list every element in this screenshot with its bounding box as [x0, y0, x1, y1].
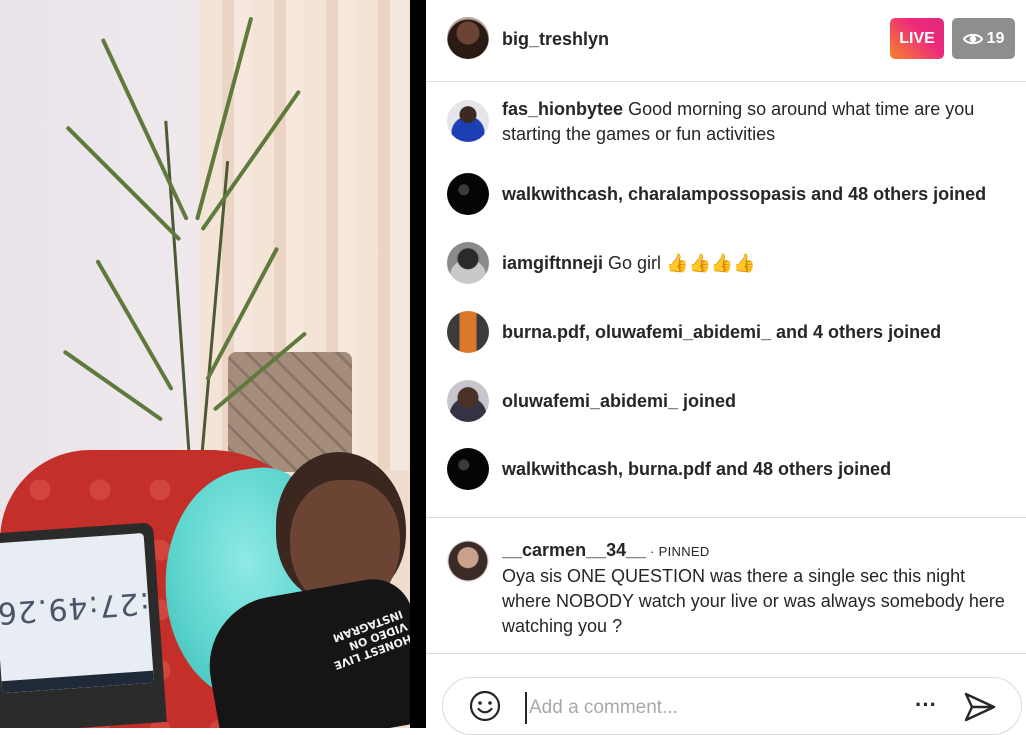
laptop: 13:27:49.26	[0, 522, 167, 728]
emoji-icon[interactable]	[469, 690, 501, 722]
laptop-screen: 13:27:49.26	[0, 532, 155, 694]
user-avatar[interactable]	[447, 311, 489, 353]
user-avatar[interactable]	[447, 100, 489, 142]
host-avatar[interactable]	[447, 17, 489, 59]
more-options-icon[interactable]: ···	[913, 694, 939, 720]
comment-input[interactable]	[525, 692, 831, 724]
live-chat-panel: big_treshlyn LIVE 19 fas_hionbytee Good …	[426, 0, 1026, 735]
joined-text: walkwithcash, burna.pdf and 48 others jo…	[502, 459, 892, 479]
host-username[interactable]: big_treshlyn	[502, 29, 609, 50]
send-icon[interactable]	[963, 690, 997, 724]
live-video: 13:27:49.26 HONEST LIVE VIDEO ON INSTAGR…	[0, 0, 410, 728]
comment-composer: ···	[442, 677, 1022, 735]
viewer-count-badge[interactable]: 19	[952, 18, 1015, 59]
comment-username[interactable]: iamgiftnneji	[502, 253, 603, 273]
user-avatar[interactable]	[447, 173, 489, 215]
taskbar	[1, 670, 155, 694]
laptop-clock: 13:27:49.26	[0, 581, 155, 631]
joined-text: oluwafemi_abidemi_ joined	[502, 391, 737, 411]
comment-username[interactable]: fas_hionbytee	[502, 99, 623, 119]
video-divider	[410, 0, 426, 728]
user-avatar[interactable]	[447, 242, 489, 284]
user-avatar[interactable]	[447, 448, 489, 490]
eye-icon	[962, 33, 983, 44]
viewer-count: 19	[986, 29, 1005, 47]
live-badge: LIVE	[890, 18, 944, 59]
pinned-comment: __carmen__34__ · PINNED Oya sis ONE QUEST…	[426, 517, 1026, 654]
comment-text: Go girl 👍👍👍👍	[608, 253, 756, 273]
user-avatar[interactable]	[447, 380, 489, 422]
comment-text: Oya sis ONE QUESTION was there a single …	[502, 566, 1005, 636]
joined-text: walkwithcash, charalampossopasis and 48 …	[502, 184, 987, 204]
comment-username[interactable]: __carmen__34__	[502, 540, 646, 560]
live-header: big_treshlyn LIVE 19	[426, 0, 1026, 82]
user-avatar[interactable]	[447, 540, 489, 582]
pinned-label: · PINNED	[650, 544, 710, 559]
joined-text: burna.pdf, oluwafemi_abidemi_ and 4 othe…	[502, 322, 942, 342]
